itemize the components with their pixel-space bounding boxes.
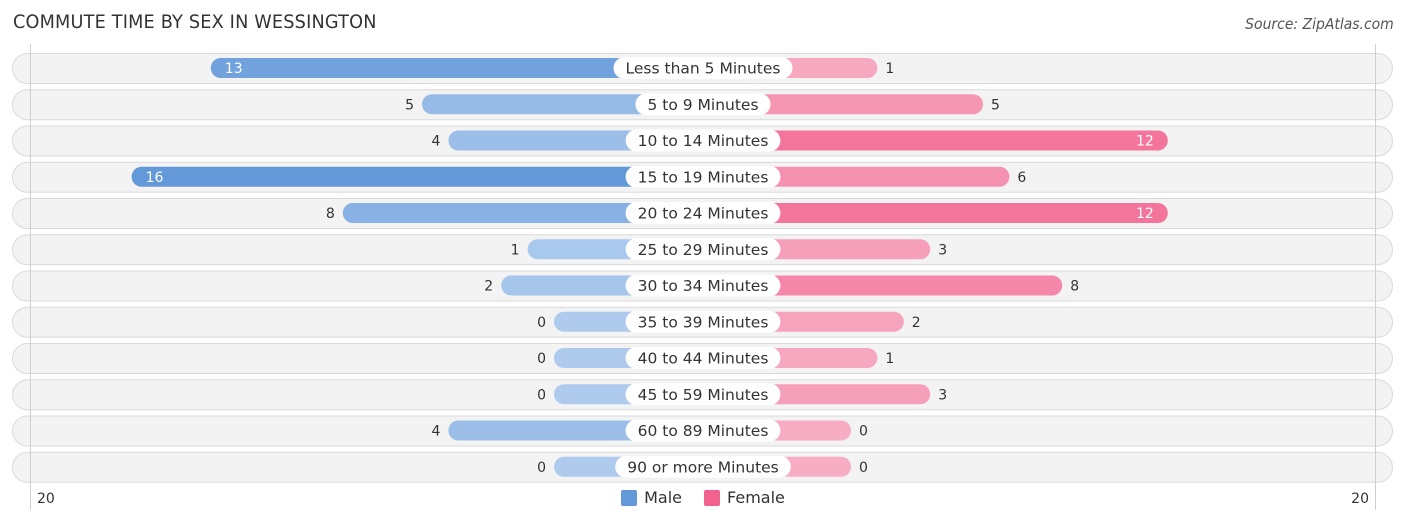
value-label-female: 6 [1017, 170, 1026, 186]
value-label-male: 4 [431, 134, 440, 150]
category-label: Less than 5 Minutes [626, 60, 781, 78]
value-label-male: 16 [146, 170, 164, 186]
value-label-male: 5 [405, 97, 414, 113]
value-label-male: 2 [484, 279, 493, 295]
category-label: 60 to 89 Minutes [638, 422, 769, 440]
category-label: 15 to 19 Minutes [638, 168, 769, 186]
value-label-male: 4 [431, 424, 440, 440]
value-label-female: 8 [1070, 279, 1079, 295]
category-label: 35 to 39 Minutes [638, 313, 769, 331]
category-label: 30 to 34 Minutes [638, 277, 769, 295]
value-label-male: 0 [537, 460, 546, 476]
category-label: 20 to 24 Minutes [638, 205, 769, 223]
value-label-male: 13 [225, 61, 243, 77]
chart-canvas: 13 1Less than 5 Minutes5 55 to 9 Minutes4 1… [12, 44, 1393, 510]
bar-male [131, 166, 704, 187]
legend-label-female: Female [727, 488, 785, 507]
value-label-male: 8 [326, 206, 335, 222]
legend-label-male: Male [644, 488, 683, 507]
legend: Male Female [0, 488, 1406, 507]
legend-swatch-female [704, 489, 721, 506]
value-label-female: 0 [859, 460, 868, 476]
value-label-female: 3 [938, 387, 947, 403]
value-label-male: 0 [537, 387, 546, 403]
value-label-female: 2 [912, 315, 921, 331]
value-label-male: 0 [537, 351, 546, 367]
category-label: 45 to 59 Minutes [638, 386, 769, 404]
legend-swatch-male [621, 489, 638, 506]
value-label-female: 12 [1136, 206, 1154, 222]
value-label-female: 1 [885, 61, 894, 77]
value-label-female: 0 [859, 424, 868, 440]
legend-item-female: Female [704, 488, 785, 507]
value-label-female: 12 [1136, 134, 1154, 150]
value-label-female: 5 [991, 97, 1000, 113]
value-label-female: 1 [885, 351, 894, 367]
category-label: 10 to 14 Minutes [638, 132, 769, 150]
value-label-male: 0 [537, 315, 546, 331]
value-label-male: 1 [511, 242, 520, 258]
category-label: 5 to 9 Minutes [647, 96, 758, 114]
legend-item-male: Male [621, 488, 682, 507]
category-label: 25 to 29 Minutes [638, 241, 769, 259]
category-label: 40 to 44 Minutes [638, 350, 769, 368]
value-label-female: 3 [938, 242, 947, 258]
category-label: 90 or more Minutes [627, 458, 779, 476]
